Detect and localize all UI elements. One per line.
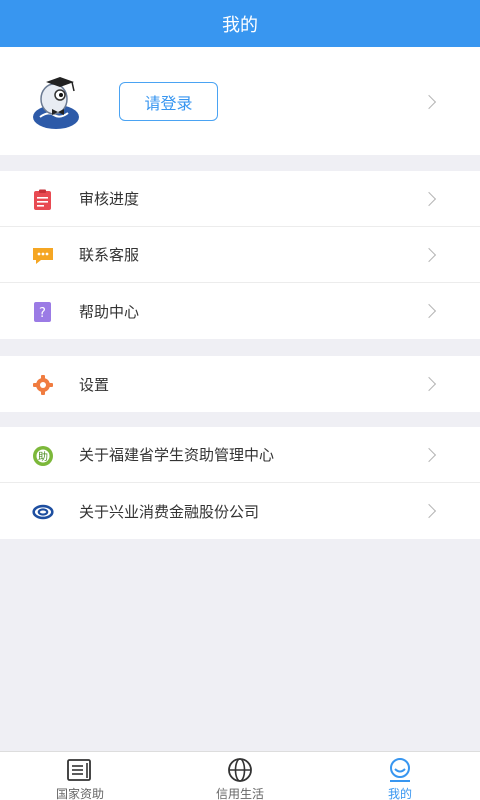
- menu-group-1: 审核进度 联系客服 ? 帮助中心: [0, 171, 480, 339]
- chevron-right-icon: [421, 376, 437, 392]
- menu-item-label: 关于兴业消费金融股份公司: [79, 502, 260, 521]
- menu-item-label: 帮助中心: [79, 302, 140, 321]
- profile-icon: [390, 758, 410, 782]
- svg-text:?: ?: [39, 306, 46, 321]
- tab-national-aid[interactable]: 国家资助: [0, 752, 160, 800]
- menu-item-about-cib-finance[interactable]: 关于兴业消费金融股份公司: [0, 483, 480, 539]
- tab-label: 信用生活: [215, 787, 264, 800]
- chevron-right-icon: [421, 447, 437, 463]
- bottom-tab-bar: 国家资助 信用生活 我的: [0, 751, 480, 800]
- tab-mine[interactable]: 我的: [320, 752, 480, 800]
- tab-label: 国家资助: [55, 787, 104, 800]
- chat-icon: [33, 248, 53, 264]
- clipboard-icon: [34, 189, 51, 210]
- profile-section: 请登录: [0, 47, 480, 155]
- menu-item-review-progress[interactable]: 审核进度: [0, 171, 480, 227]
- page-title: 我的: [222, 14, 258, 36]
- menu-item-help-center[interactable]: ? 帮助中心: [0, 283, 480, 339]
- tab-label: 我的: [387, 787, 412, 800]
- cib-logo-icon: [32, 504, 54, 520]
- menu-group-3: 助 关于福建省学生资助管理中心 关于兴业消费金融股份公司: [0, 427, 480, 539]
- chevron-right-icon: [421, 303, 437, 319]
- globe-icon: [228, 758, 252, 782]
- menu-item-label: 联系客服: [79, 246, 140, 264]
- menu-item-label: 审核进度: [79, 190, 140, 208]
- login-button[interactable]: 请登录: [119, 82, 218, 121]
- graduate-mascot-icon: [33, 77, 79, 129]
- menu-item-label: 设置: [79, 375, 110, 394]
- chevron-right-icon[interactable]: [421, 94, 437, 110]
- menu-item-contact-service[interactable]: 联系客服: [0, 227, 480, 283]
- tab-credit-life[interactable]: 信用生活: [160, 752, 320, 800]
- menu-item-label: 关于福建省学生资助管理中心: [79, 446, 275, 464]
- chevron-right-icon: [421, 503, 437, 519]
- gear-icon: [33, 375, 53, 395]
- chevron-right-icon: [421, 191, 437, 207]
- fujian-aid-logo-icon: 助: [33, 446, 53, 466]
- svg-text:助: 助: [38, 450, 48, 463]
- menu-item-settings[interactable]: 设置: [0, 356, 480, 412]
- menu-group-2: 设置: [0, 356, 480, 412]
- help-icon: ?: [34, 302, 51, 322]
- page-header: 我的: [0, 0, 480, 47]
- chevron-right-icon: [421, 247, 437, 263]
- menu-item-about-fujian-aid[interactable]: 助 关于福建省学生资助管理中心: [0, 427, 480, 483]
- newspaper-icon: [67, 759, 91, 781]
